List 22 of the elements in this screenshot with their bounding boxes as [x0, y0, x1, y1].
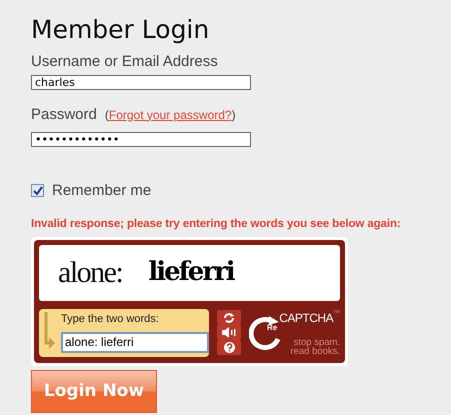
logo-re: Re: [267, 322, 278, 334]
captcha-word: alone:: [58, 255, 122, 292]
field-label: Username or Email Address: [31, 52, 219, 70]
tagline: read books.: [289, 347, 340, 356]
parenthesis: ): [232, 106, 236, 124]
tagline: stop spam.: [294, 338, 340, 348]
logo-name: CAPTCHA: [279, 310, 334, 328]
remember-label: Remember me: [52, 182, 152, 200]
speaker-icon[interactable]: [217, 325, 241, 340]
error-message: Invalid response; please try entering the words you see below again:: [31, 216, 402, 232]
captcha-word: lieferri: [148, 256, 234, 290]
answer-field[interactable]: alone: lieferri: [61, 332, 209, 353]
remember-checkbox[interactable]: [31, 184, 44, 197]
password-field[interactable]: •••••••••••••: [31, 132, 251, 146]
answer-prompt: Type the two words:: [61, 312, 160, 326]
arrow-icon: [43, 312, 55, 352]
username-field[interactable]: charles: [31, 74, 251, 90]
reload-icon[interactable]: [217, 310, 241, 326]
help-icon[interactable]: [217, 340, 241, 356]
field-label: Password: [31, 106, 97, 124]
parenthesis: (: [104, 106, 109, 124]
page-title: Member Login: [31, 14, 210, 46]
